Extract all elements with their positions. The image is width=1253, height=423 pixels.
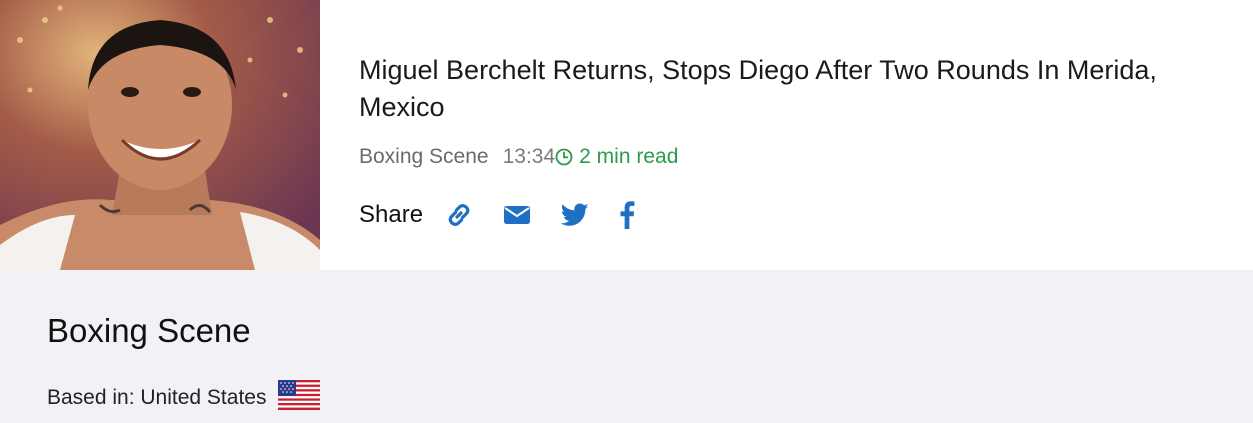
article-thumbnail[interactable] (0, 0, 320, 270)
share-bar: Share (359, 198, 635, 232)
us-flag-icon (278, 380, 321, 416)
read-time: 2 min read (555, 145, 678, 169)
facebook-icon[interactable] (619, 201, 635, 229)
publisher-panel: Boxing Scene Based in: United States (0, 270, 1253, 423)
article-headline[interactable]: Miguel Berchelt Returns, Stops Diego Aft… (359, 52, 1239, 126)
clock-icon (555, 148, 573, 166)
article-time: 13:34 (502, 145, 556, 168)
twitter-icon[interactable] (561, 203, 589, 227)
link-icon[interactable] (445, 201, 473, 229)
read-time-label: 2 min read (579, 145, 679, 168)
article-meta: Boxing Scene 13:34 2 min read (359, 144, 678, 170)
publisher-location: Based in: United States (47, 380, 321, 416)
publisher-name[interactable]: Boxing Scene (47, 312, 251, 350)
share-label: Share (359, 201, 424, 228)
article-source[interactable]: Boxing Scene (359, 145, 489, 169)
article-card[interactable]: Miguel Berchelt Returns, Stops Diego Aft… (0, 0, 1253, 270)
based-in-label: Based in: United States (47, 386, 267, 409)
envelope-icon[interactable] (503, 203, 531, 227)
